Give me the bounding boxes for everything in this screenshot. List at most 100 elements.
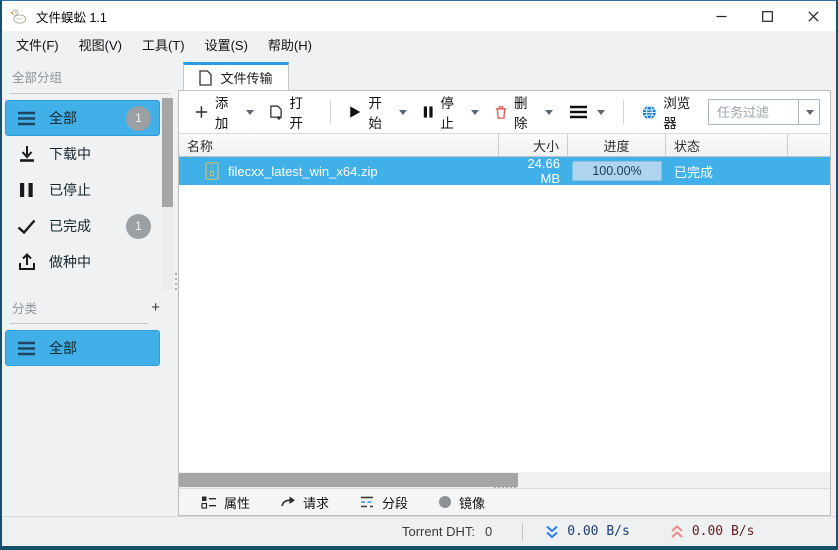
delete-button-label: 删除 (514, 92, 536, 132)
column-header-name[interactable]: 名称 (179, 134, 499, 156)
menu-item-view[interactable]: 视图(V) (69, 31, 132, 58)
filter-dropdown-button[interactable] (798, 100, 819, 124)
double-chevron-up-icon (670, 525, 684, 539)
title-bar: 文件蜈蚣 1.1 (2, 1, 836, 31)
bottom-splitter-handle[interactable] (494, 486, 516, 488)
sidebar-item-label: 下载中 (49, 144, 91, 164)
chevron-down-icon[interactable] (545, 110, 553, 115)
sidebar-filter-list: 全部 1 下载中 已停止 (2, 100, 178, 280)
tab-properties-label: 属性 (224, 493, 250, 512)
tab-mirror-label: 镜像 (459, 493, 485, 512)
tab-properties[interactable]: 属性 (191, 489, 260, 515)
main-area: 文件传输 添加 打开 (178, 58, 836, 516)
sidebar-splitter-handle[interactable] (174, 273, 178, 290)
tab-request[interactable]: 请求 (270, 489, 339, 515)
upload-icon (17, 253, 36, 272)
download-icon (17, 145, 36, 164)
properties-icon (201, 495, 217, 509)
pause-icon (423, 104, 433, 120)
chevron-down-icon[interactable] (399, 110, 407, 115)
double-chevron-down-icon (545, 525, 559, 539)
column-header-size[interactable]: 大小 (499, 134, 568, 156)
app-logo-duck-icon (10, 7, 28, 25)
task-filter-input[interactable] (709, 100, 798, 124)
menu-item-file[interactable]: 文件(F) (6, 31, 69, 58)
tab-request-label: 请求 (303, 493, 329, 512)
download-speed-value: 0.00 B/s (567, 524, 630, 539)
chevron-down-icon[interactable] (471, 110, 479, 115)
horizontal-scrollbar[interactable] (179, 472, 830, 488)
category-item-all[interactable]: 全部 (5, 330, 160, 366)
table-row[interactable]: filecxx_latest_win_x64.zip 24.66 MB 100.… (179, 157, 830, 185)
menu-item-settings[interactable]: 设置(S) (195, 31, 258, 58)
trash-icon (495, 104, 507, 121)
horizontal-scrollbar-thumb[interactable] (179, 473, 518, 487)
request-arrow-icon (280, 495, 296, 509)
start-button[interactable]: 开始 (343, 87, 413, 137)
tab-mirror[interactable]: 镜像 (428, 489, 495, 515)
pause-icon (17, 181, 36, 200)
minimize-icon (716, 11, 727, 22)
browser-button-label: 浏览器 (663, 92, 698, 132)
task-filter-combobox (708, 99, 820, 125)
stop-button-label: 停止 (440, 92, 462, 132)
open-button[interactable]: 打开 (264, 87, 319, 137)
sidebar-item-label: 已停止 (49, 180, 91, 200)
empty-cell (788, 157, 830, 185)
dht-status: Torrent DHT: 0 (402, 524, 492, 539)
sidebar-item-label: 做种中 (49, 252, 91, 272)
tab-label: 文件传输 (220, 68, 272, 87)
add-category-button[interactable]: + (147, 298, 164, 317)
sidebar-item-label: 已完成 (49, 216, 91, 236)
start-button-label: 开始 (368, 92, 390, 132)
tab-file-transfer[interactable]: 文件传输 (183, 62, 289, 90)
chevron-down-icon[interactable] (246, 110, 254, 115)
sidebar-item-stopped[interactable]: 已停止 (5, 172, 160, 208)
tab-segments[interactable]: 分段 (349, 489, 418, 515)
progress-cell: 100.00% (568, 157, 666, 185)
sidebar-group-header: 全部分组 (2, 58, 178, 93)
tab-segments-label: 分段 (382, 493, 408, 512)
sidebar-item-downloading[interactable]: 下载中 (5, 136, 160, 172)
open-file-icon (270, 104, 283, 121)
delete-button[interactable]: 删除 (489, 87, 559, 137)
sidebar-scrollbar[interactable] (162, 98, 173, 290)
chevron-down-icon[interactable] (597, 110, 605, 115)
window-controls (698, 1, 836, 31)
close-button[interactable] (790, 1, 836, 31)
more-menu-button[interactable] (563, 100, 611, 124)
hamburger-menu-icon (569, 105, 588, 119)
mirror-circle-icon (438, 495, 452, 509)
stop-button[interactable]: 停止 (417, 87, 485, 137)
menu-item-help[interactable]: 帮助(H) (258, 31, 322, 58)
sidebar-scrollbar-thumb[interactable] (162, 98, 173, 207)
zip-file-icon (205, 162, 219, 180)
minimize-button[interactable] (698, 1, 744, 31)
table-header: 名称 大小 进度 状态 (179, 133, 830, 157)
plus-icon (195, 104, 208, 120)
segments-icon (359, 495, 375, 509)
sidebar-item-completed[interactable]: 已完成 1 (5, 208, 160, 244)
add-button[interactable]: 添加 (189, 87, 260, 137)
sidebar-divider (10, 93, 170, 94)
sidebar-item-all[interactable]: 全部 1 (5, 100, 160, 136)
maximize-button[interactable] (744, 1, 790, 31)
statusbar-separator (522, 523, 523, 541)
menu-item-tools[interactable]: 工具(T) (132, 31, 195, 58)
browser-button[interactable]: 浏览器 (636, 87, 704, 137)
app-window: 文件蜈蚣 1.1 文件(F) 视图(V) 工具(T) 设置(S) 帮助(H) 全… (0, 0, 838, 550)
column-header-progress[interactable]: 进度 (568, 134, 666, 156)
sidebar-item-seeding[interactable]: 做种中 (5, 244, 160, 280)
category-item-label: 全部 (49, 338, 77, 358)
file-name: filecxx_latest_win_x64.zip (228, 164, 378, 179)
close-icon (808, 11, 819, 22)
add-button-label: 添加 (215, 92, 237, 132)
hamburger-icon (17, 109, 36, 128)
column-header-status[interactable]: 状态 (666, 134, 788, 156)
count-badge: 1 (126, 214, 151, 239)
category-header-label: 分类 (12, 298, 37, 317)
chevron-down-icon (806, 110, 814, 115)
open-button-label: 打开 (289, 92, 312, 132)
menu-bar: 文件(F) 视图(V) 工具(T) 设置(S) 帮助(H) (2, 31, 836, 58)
status-cell: 已完成 (666, 157, 788, 185)
